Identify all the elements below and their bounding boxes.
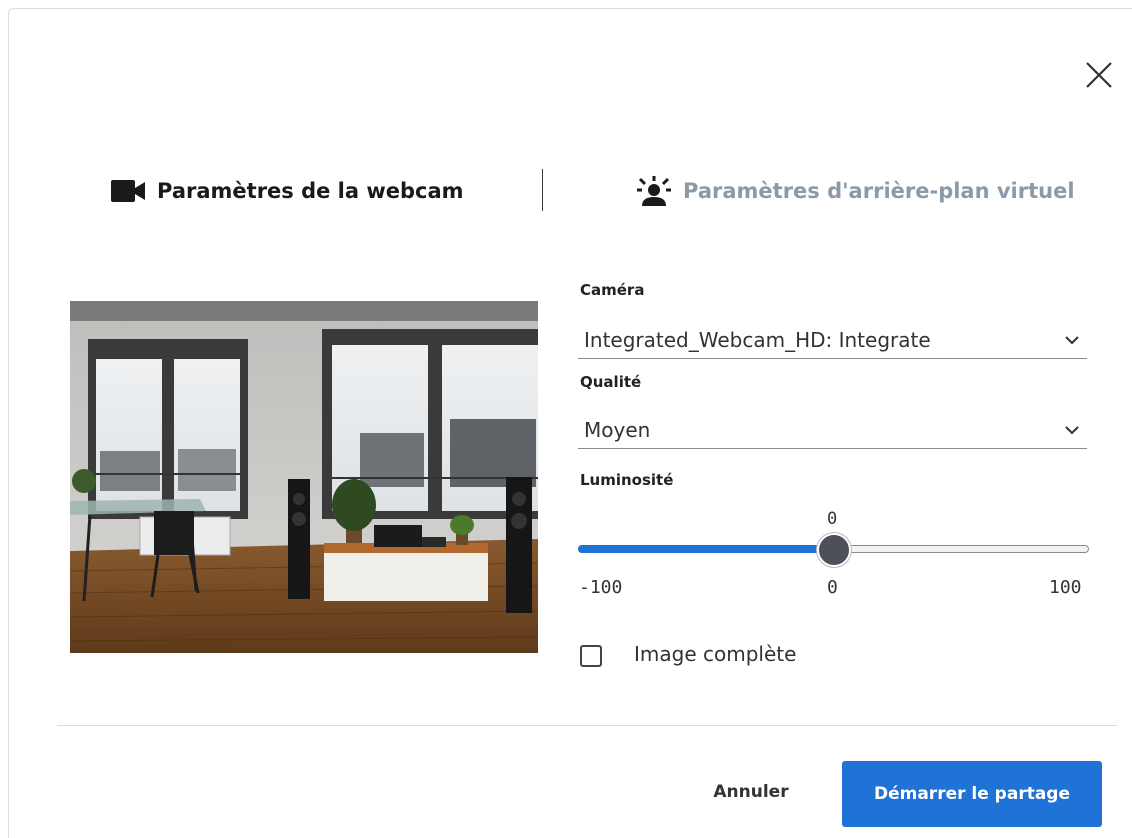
webcam-settings-dialog: Paramètres de la webcam Paramètres d'arr…: [8, 8, 1132, 838]
camera-select-value: Integrated_Webcam_HD: Integrate: [584, 327, 931, 352]
start-sharing-button[interactable]: Démarrer le partage: [842, 761, 1102, 827]
camera-select[interactable]: Integrated_Webcam_HD: Integrate: [578, 321, 1087, 359]
brightness-slider-thumb[interactable]: [817, 533, 851, 567]
brightness-slider-fill: [578, 545, 834, 553]
brightness-current-value: 0: [827, 509, 838, 529]
tab-webcam-label: Paramètres de la webcam: [157, 179, 464, 203]
tab-divider: [542, 169, 543, 211]
webcam-preview: [70, 301, 538, 653]
brightness-max-label: 100: [1049, 577, 1082, 598]
quality-select-value: Moyen: [584, 417, 651, 442]
close-button[interactable]: [1083, 59, 1115, 91]
brightness-mid-label: 0: [827, 577, 838, 598]
webcam-preview-image: [70, 301, 538, 653]
brightness-min-label: -100: [579, 577, 623, 598]
tab-background-label: Paramètres d'arrière-plan virtuel: [683, 179, 1075, 203]
footer-divider: [57, 725, 1117, 726]
full-image-checkbox[interactable]: [580, 645, 602, 667]
virtual-background-icon: [637, 176, 671, 206]
video-camera-icon: [111, 180, 145, 202]
chevron-down-icon: [1065, 335, 1079, 344]
brightness-label: Luminosité: [580, 471, 674, 489]
tab-webcam-settings[interactable]: Paramètres de la webcam: [111, 173, 464, 209]
chevron-down-icon: [1065, 425, 1079, 434]
quality-label: Qualité: [580, 373, 642, 391]
close-icon: [1086, 62, 1112, 88]
camera-label: Caméra: [580, 281, 645, 299]
tab-virtual-background[interactable]: Paramètres d'arrière-plan virtuel: [637, 173, 1075, 209]
quality-select[interactable]: Moyen: [578, 411, 1087, 449]
full-image-label: Image complète: [634, 642, 797, 666]
cancel-button[interactable]: Annuler: [699, 769, 803, 815]
